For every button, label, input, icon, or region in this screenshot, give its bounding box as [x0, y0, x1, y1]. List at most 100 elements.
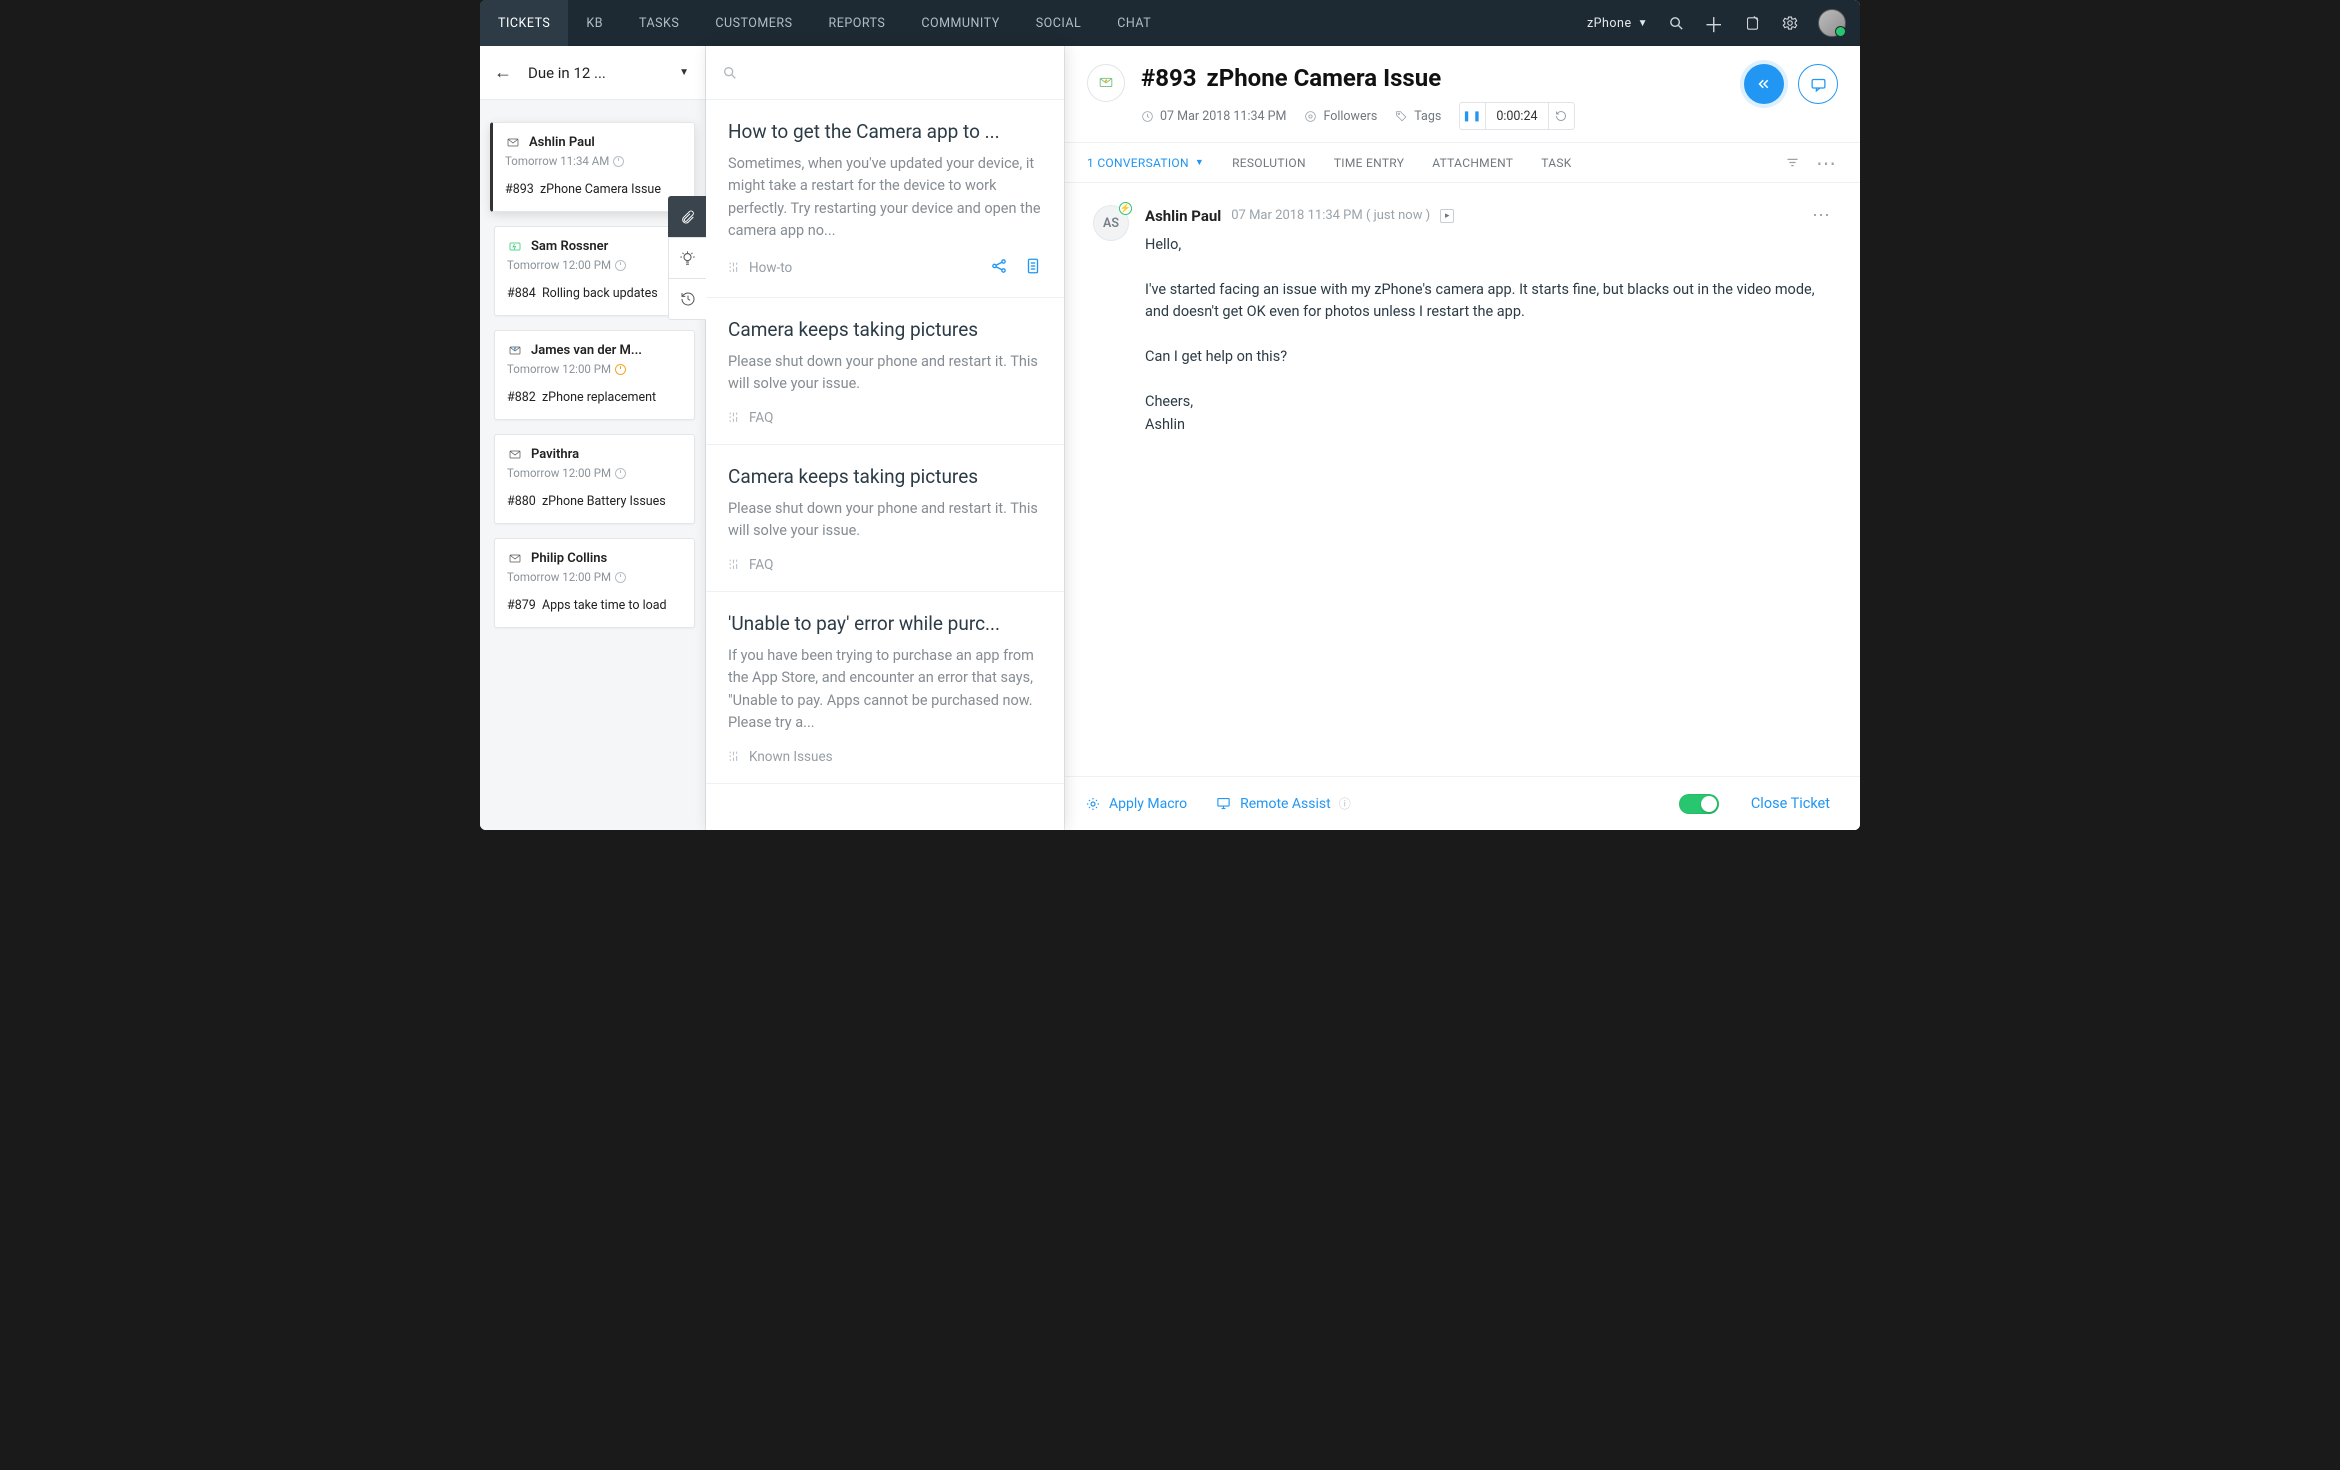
ticket-detail-pane: #893 zPhone Camera Issue 07 Mar 2018 11:… [1064, 46, 1860, 830]
portal-name: zPhone [1587, 16, 1632, 31]
clock-icon [615, 468, 626, 479]
channel-icon [507, 553, 523, 565]
portal-switcher[interactable]: zPhone ▼ [1587, 16, 1648, 31]
ticket-more-menu[interactable]: ⋯ [1816, 151, 1838, 175]
remote-assist-button[interactable]: Remote Assist ⓘ [1215, 795, 1351, 812]
message-expand-button[interactable]: ▸ [1440, 209, 1454, 223]
message-time: 07 Mar 2018 11:34 PM ( just now ) [1231, 208, 1430, 223]
nav-item-chat[interactable]: CHAT [1099, 0, 1169, 46]
followers-button[interactable]: Followers [1304, 109, 1377, 124]
ticket-number: #880 [507, 494, 536, 509]
add-icon[interactable]: ＋ [1704, 13, 1724, 33]
comment-button[interactable] [1798, 64, 1838, 104]
nav-item-tickets[interactable]: TICKETS [480, 0, 568, 46]
notifications-icon[interactable] [1742, 13, 1762, 33]
back-button[interactable]: ← [488, 58, 518, 87]
ticket-sender: Pavithra [531, 447, 579, 462]
ticket-card[interactable]: PavithraTomorrow 12:00 PM#880 zPhone Bat… [494, 434, 695, 524]
settings-icon[interactable] [1780, 13, 1800, 33]
nav-item-tasks[interactable]: TASKS [621, 0, 697, 46]
ticket-created-date: 07 Mar 2018 11:34 PM [1141, 109, 1286, 124]
nav-item-community[interactable]: COMMUNITY [903, 0, 1017, 46]
tab-task[interactable]: TASK [1527, 143, 1585, 182]
clock-icon [613, 156, 624, 167]
nav-item-reports[interactable]: REPORTS [811, 0, 904, 46]
kb-article[interactable]: How to get the Camera app to ...Sometime… [706, 100, 1064, 298]
ticket-due-time: Tomorrow 12:00 PM [507, 258, 611, 272]
ticket-subject: Rolling back updates [542, 286, 658, 301]
kb-article-excerpt: Sometimes, when you've updated your devi… [728, 153, 1042, 243]
ticket-number: #884 [507, 286, 536, 301]
ticket-number: #879 [507, 598, 536, 613]
conversation-thread: AS ⚡ Ashlin Paul 07 Mar 2018 11:34 PM ( … [1065, 183, 1860, 776]
message-avatar: AS ⚡ [1093, 205, 1129, 241]
timer-pause-button[interactable]: ❚❚ [1460, 103, 1486, 129]
kb-article-excerpt: If you have been trying to purchase an a… [728, 645, 1042, 735]
side-tab-history[interactable] [668, 278, 706, 320]
conversation-message: AS ⚡ Ashlin Paul 07 Mar 2018 11:34 PM ( … [1093, 205, 1832, 436]
clock-icon [615, 364, 626, 375]
tab-conversation[interactable]: 1 CONVERSATION ▼ [1087, 143, 1218, 182]
apply-macro-button[interactable]: Apply Macro [1085, 796, 1187, 812]
timer-reset-button[interactable] [1548, 103, 1574, 129]
sort-icon[interactable] [1785, 155, 1800, 170]
ticket-number: #893 [505, 182, 534, 197]
side-tab-suggestions[interactable] [668, 237, 706, 279]
ticket-card[interactable]: James van der M...Tomorrow 12:00 PM#882 … [494, 330, 695, 420]
tab-attachment[interactable]: ATTACHMENT [1418, 143, 1527, 182]
ticket-card[interactable]: Philip CollinsTomorrow 12:00 PM#879 Apps… [494, 538, 695, 628]
message-author: Ashlin Paul [1145, 207, 1221, 225]
message-more-menu[interactable]: ⋯ [1812, 205, 1832, 226]
kb-article[interactable]: Camera keeps taking picturesPlease shut … [706, 445, 1064, 592]
nav-item-customers[interactable]: CUSTOMERS [697, 0, 810, 46]
kb-category: Known Issues [728, 749, 833, 765]
ticket-footer: Apply Macro Remote Assist ⓘ Close Ticket [1065, 776, 1860, 830]
tab-time-entry[interactable]: TIME ENTRY [1320, 143, 1418, 182]
ticket-card[interactable]: Ashlin Paul Tomorrow 11:34 AM #893 zPhone … [490, 122, 695, 212]
paste-icon[interactable] [1024, 257, 1042, 279]
reply-all-button[interactable] [1744, 64, 1784, 104]
nav-item-kb[interactable]: KB [568, 0, 621, 46]
tags-button[interactable]: Tags [1395, 109, 1441, 124]
ticket-timer: ❚❚ 0:00:24 [1459, 102, 1574, 130]
tickets-filter-header: ← Due in 12 ... ▼ [480, 46, 705, 100]
kb-article-excerpt: Please shut down your phone and restart … [728, 351, 1042, 396]
search-icon[interactable] [1666, 13, 1686, 33]
filter-label[interactable]: Due in 12 ... [528, 64, 669, 82]
kb-article-title: 'Unable to pay' error while purc... [728, 612, 1042, 635]
channel-icon [507, 449, 523, 461]
ticket-number: #882 [507, 390, 536, 405]
ticket-sender: Ashlin Paul [529, 135, 595, 150]
side-tab-attachments[interactable] [668, 196, 706, 238]
ticket-subject: zPhone Camera Issue [540, 182, 661, 197]
share-icon[interactable] [990, 257, 1008, 279]
tab-resolution[interactable]: RESOLUTION [1218, 143, 1320, 182]
kb-article-title: Camera keeps taking pictures [728, 318, 1042, 341]
bolt-badge-icon: ⚡ [1119, 202, 1132, 215]
ticket-sender: Sam Rossner [531, 239, 608, 254]
user-avatar[interactable] [1818, 9, 1846, 37]
kb-article-excerpt: Please shut down your phone and restart … [728, 498, 1042, 543]
close-ticket-button[interactable]: Close Ticket [1741, 795, 1840, 812]
ticket-due-time: Tomorrow 11:34 AM [505, 154, 609, 168]
channel-icon [507, 345, 523, 357]
nav-item-social[interactable]: SOCIAL [1018, 0, 1100, 46]
tickets-column: ← Due in 12 ... ▼ Ashlin Paul Tomorrow 11… [480, 46, 706, 830]
ticket-subject: Apps take time to load [542, 598, 667, 613]
kb-article[interactable]: Camera keeps taking pictures Please shut … [706, 298, 1064, 445]
message-body: Hello, I've started facing an issue with… [1145, 234, 1832, 436]
caret-down-icon: ▼ [1638, 18, 1648, 29]
kb-category: FAQ [728, 557, 773, 573]
info-icon: ⓘ [1339, 795, 1351, 812]
top-navigation: TICKETSKBTASKSCUSTOMERSREPORTSCOMMUNITYS… [480, 0, 1860, 46]
kb-search[interactable] [706, 46, 1064, 100]
filter-dropdown-caret[interactable]: ▼ [679, 67, 697, 78]
ticket-due-time: Tomorrow 12:00 PM [507, 362, 611, 376]
ticket-sender: James van der M... [531, 343, 642, 358]
ticket-card[interactable]: Sam Rossner Tomorrow 12:00 PM #884 Rolling… [494, 226, 695, 316]
kb-category: FAQ [728, 410, 773, 426]
ticket-title: zPhone Camera Issue [1207, 64, 1442, 92]
kb-article[interactable]: 'Unable to pay' error while purc... If yo… [706, 592, 1064, 784]
ticket-sender: Philip Collins [531, 551, 607, 566]
footer-toggle[interactable] [1679, 794, 1719, 814]
